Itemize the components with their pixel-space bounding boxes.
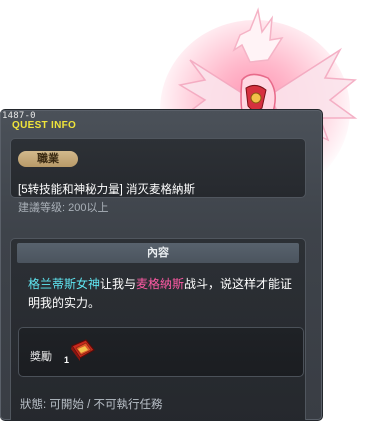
goddess-name: 格兰蒂斯女神 bbox=[28, 277, 101, 291]
quest-name: [5转技能和神秘力量] 消灭麦格納斯 bbox=[18, 184, 195, 196]
quest-description: 格兰蒂斯女神让我与麦格納斯战斗，说这样才能证明我的实力。 bbox=[28, 275, 298, 313]
window-title: QUEST INFO bbox=[12, 120, 77, 131]
reward-panel bbox=[18, 327, 304, 377]
reward-quantity: 1 bbox=[64, 355, 70, 365]
recommended-level: 建議等级: 200以上 bbox=[18, 202, 109, 214]
content-header: 內容 bbox=[17, 243, 299, 263]
red-scroll-icon[interactable] bbox=[66, 336, 98, 366]
target-name: 麦格納斯 bbox=[136, 277, 185, 291]
description-text: 让我与 bbox=[100, 277, 137, 291]
quest-status: 狀態: 可開始 / 不可執行任務 bbox=[20, 399, 163, 411]
category-badge: 職業 bbox=[18, 151, 78, 167]
quest-info-window: 1487-0 QUEST INFO 職業 [5转技能和神秘力量] 消灭麦格納斯 … bbox=[0, 109, 323, 421]
reward-label: 獎勵 bbox=[30, 351, 52, 363]
